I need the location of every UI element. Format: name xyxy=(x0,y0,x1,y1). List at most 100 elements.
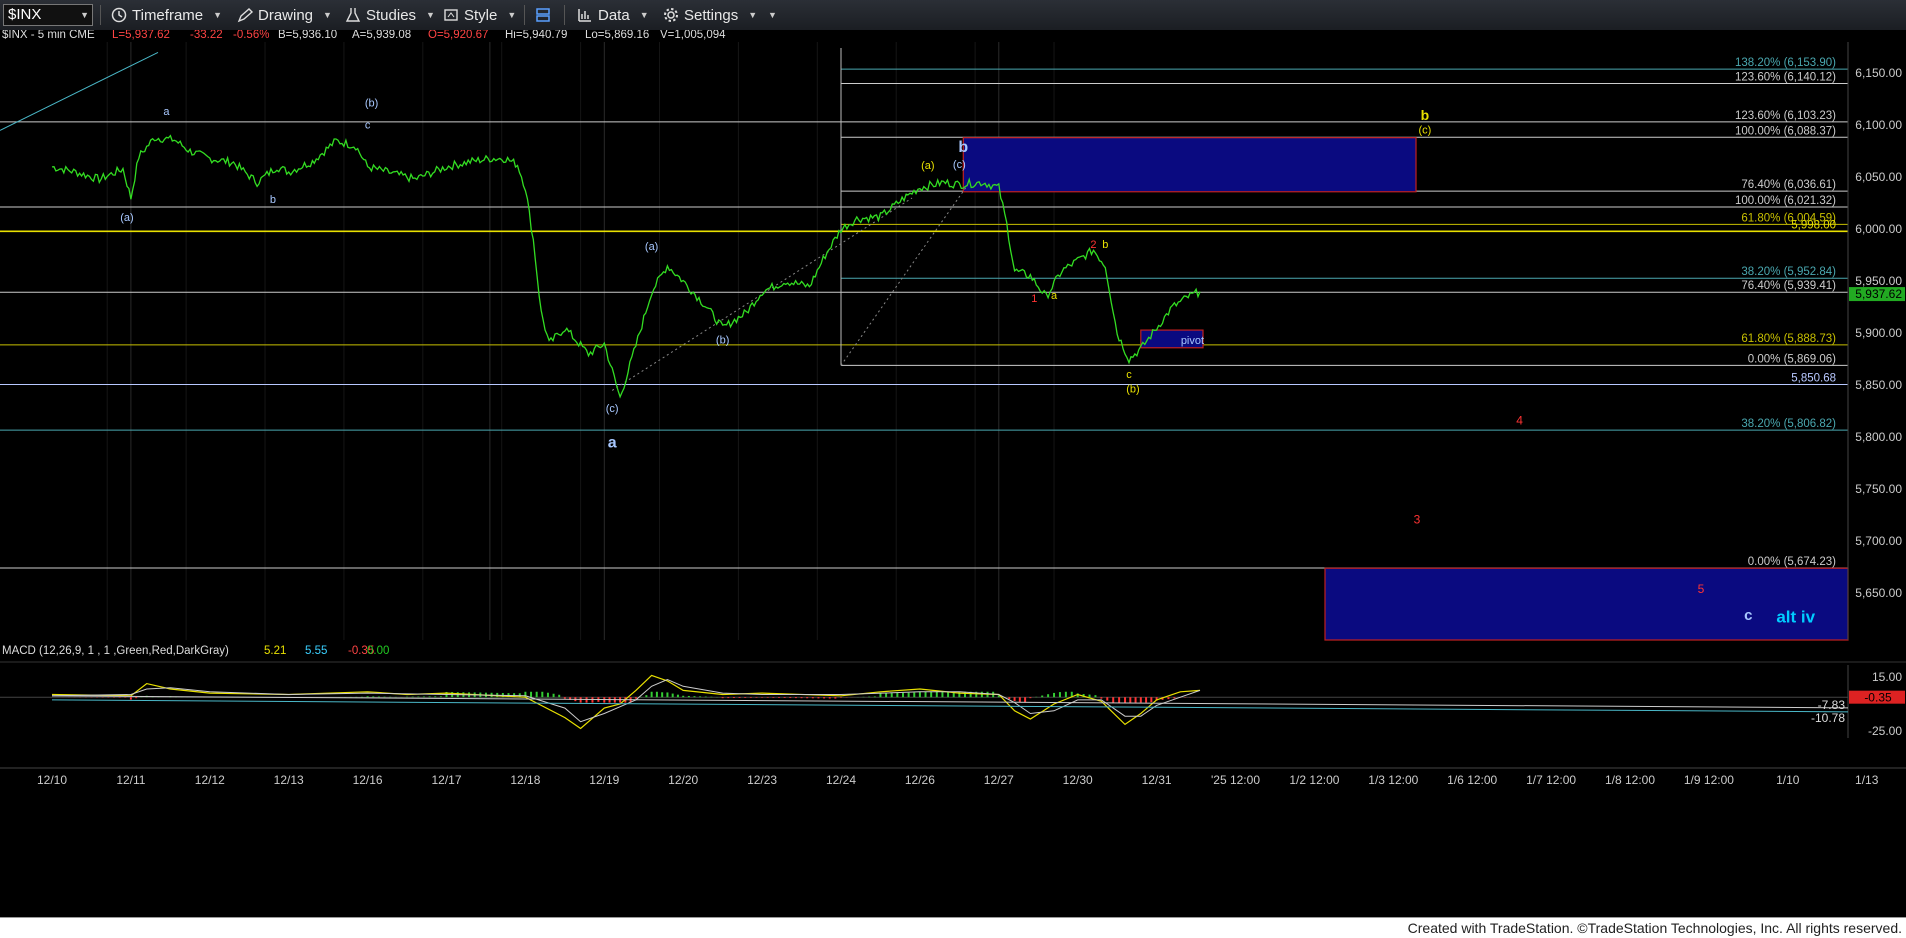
time-tick-label: 12/30 xyxy=(1063,773,1093,787)
time-tick-label: 12/20 xyxy=(668,773,698,787)
toolbar-separator xyxy=(564,5,565,25)
header-change: -33.22 xyxy=(190,30,223,41)
wave-label: c xyxy=(365,119,371,131)
macd-header-value-4: 0.00 xyxy=(367,645,389,657)
timeframe-button[interactable]: Timeframe ▼ xyxy=(110,4,222,26)
macd-tick-label: 15.00 xyxy=(1872,670,1902,684)
wave-label: a xyxy=(163,106,170,118)
time-tick-label: '25 12:00 xyxy=(1211,773,1260,787)
fib-level-label: 100.00% (6,088.37) xyxy=(1735,125,1836,137)
time-tick-label: 12/27 xyxy=(984,773,1014,787)
layout-button[interactable] xyxy=(534,4,552,26)
price-chart[interactable]: 138.20% (6,153.90) 123.60% (6,140.12) 123.… xyxy=(0,30,1906,917)
wave-label: (a) xyxy=(921,160,934,172)
studies-label: Studies xyxy=(366,6,417,24)
wave-label: b xyxy=(270,194,276,206)
time-tick-label: 12/12 xyxy=(195,773,225,787)
time-tick-label: 12/18 xyxy=(510,773,540,787)
time-tick-label: 12/24 xyxy=(826,773,856,787)
time-tick-label: 1/3 12:00 xyxy=(1368,773,1418,787)
pencil-icon xyxy=(237,8,254,23)
symbol-input[interactable]: $INX ▼ xyxy=(3,4,93,26)
wave-label: 1 xyxy=(1031,293,1037,305)
caret-down-icon: ▼ xyxy=(748,10,758,20)
layout-icon xyxy=(536,8,550,22)
studies-button[interactable]: Studies ▼ xyxy=(344,4,435,26)
caret-down-icon: ▼ xyxy=(639,10,649,20)
wave-label: 3 xyxy=(1414,513,1421,527)
caret-down-icon: ▼ xyxy=(323,10,332,20)
price-tick-label: 6,050.00 xyxy=(1855,170,1902,184)
flask-icon xyxy=(345,8,361,22)
header-volume: V=1,005,094 xyxy=(660,30,726,41)
header-open: O=5,920.67 xyxy=(428,30,488,41)
chevron-down-icon[interactable]: ▼ xyxy=(80,5,89,25)
price-tick-label: 6,000.00 xyxy=(1855,222,1902,236)
fib-level-label: 76.40% (6,036.61) xyxy=(1741,179,1836,191)
header-last: L=5,937.62 xyxy=(112,30,170,41)
fib-level-label: 0.00% (5,674.23) xyxy=(1748,556,1836,568)
header-symbol-info: $INX - 5 min CME xyxy=(2,30,95,41)
wave-label: 2 xyxy=(1090,239,1096,251)
fib-level-label: 38.20% (5,952.84) xyxy=(1741,266,1836,278)
footer-text: Created with TradeStation. ©TradeStation… xyxy=(1407,920,1902,936)
more-button[interactable]: ▼ xyxy=(762,4,777,26)
price-tick-label: 5,650.00 xyxy=(1855,586,1902,600)
target-box xyxy=(1324,567,1849,641)
time-tick-label: 1/9 12:00 xyxy=(1684,773,1734,787)
macd-trend-label: -10.78 xyxy=(1811,711,1845,725)
toolbar: $INX ▼ Timeframe ▼ Drawing ▼ Studies ▼ S… xyxy=(0,0,1906,31)
time-tick-label: 12/26 xyxy=(905,773,935,787)
time-tick-label: 12/11 xyxy=(116,773,145,787)
drawing-button[interactable]: Drawing ▼ xyxy=(236,4,332,26)
time-tick-label: 1/6 12:00 xyxy=(1447,773,1497,787)
wave-label: a xyxy=(1051,290,1058,302)
price-tick-label: 5,700.00 xyxy=(1855,534,1902,548)
header-high: Hi=5,940.79 xyxy=(505,30,567,41)
macd-tick-label: -25.00 xyxy=(1868,724,1902,738)
price-tick-label: 5,750.00 xyxy=(1855,482,1902,496)
fib-level-label: 76.40% (5,939.41) xyxy=(1741,280,1836,292)
header-bid: B=5,936.10 xyxy=(278,30,337,41)
toolbar-separator xyxy=(100,5,101,25)
macd-header-value-2: 5.55 xyxy=(305,645,327,657)
gear-icon xyxy=(664,8,678,22)
pivot-box-label: pivot xyxy=(1181,335,1204,347)
wave-label: (a) xyxy=(645,241,658,253)
settings-button[interactable]: Settings ▼ xyxy=(662,4,757,26)
fib-level-label: 138.20% (6,153.90) xyxy=(1735,57,1836,69)
time-tick-label: 12/17 xyxy=(431,773,461,787)
style-icon xyxy=(444,9,458,21)
data-button[interactable]: Data ▼ xyxy=(576,4,649,26)
clock-icon xyxy=(111,7,127,23)
data-label: Data xyxy=(598,6,630,24)
wave-label: (c) xyxy=(1418,125,1431,137)
fib-level-label: 61.80% (5,888.73) xyxy=(1741,333,1836,345)
wave-label: (b) xyxy=(716,335,729,347)
header-low: Lo=5,869.16 xyxy=(585,30,649,41)
wave-label: (b) xyxy=(365,97,378,109)
style-button[interactable]: Style ▼ xyxy=(442,4,516,26)
drawing-label: Drawing xyxy=(258,6,314,24)
time-tick-label: 1/10 xyxy=(1776,773,1800,787)
header-ask: A=5,939.08 xyxy=(352,30,411,41)
footer: Created with TradeStation. ©TradeStation… xyxy=(0,917,1906,938)
caret-down-icon: ▼ xyxy=(507,10,517,20)
timeframe-label: Timeframe xyxy=(132,6,204,24)
fib-level-label: 100.00% (6,021.32) xyxy=(1735,195,1836,207)
toolbar-separator xyxy=(524,5,525,25)
wave-label: b xyxy=(1102,239,1108,251)
time-tick-label: 1/8 12:00 xyxy=(1605,773,1655,787)
wave-label: (c) xyxy=(953,159,966,171)
price-tick-label: 5,900.00 xyxy=(1855,326,1902,340)
fib-level-label: 38.20% (5,806.82) xyxy=(1741,418,1836,430)
wave-label: b xyxy=(1421,107,1430,123)
caret-down-icon: ▼ xyxy=(213,10,223,20)
price-tick-label: 6,150.00 xyxy=(1855,66,1902,80)
target-box xyxy=(962,137,1417,193)
macd-badge-label: -0.35 xyxy=(1864,691,1892,705)
fib-level-label: 5,998.00 xyxy=(1791,219,1836,231)
wave-label: b xyxy=(958,139,968,156)
fib-level-label: 123.60% (6,140.12) xyxy=(1735,71,1836,83)
wave-label: a xyxy=(608,435,617,452)
